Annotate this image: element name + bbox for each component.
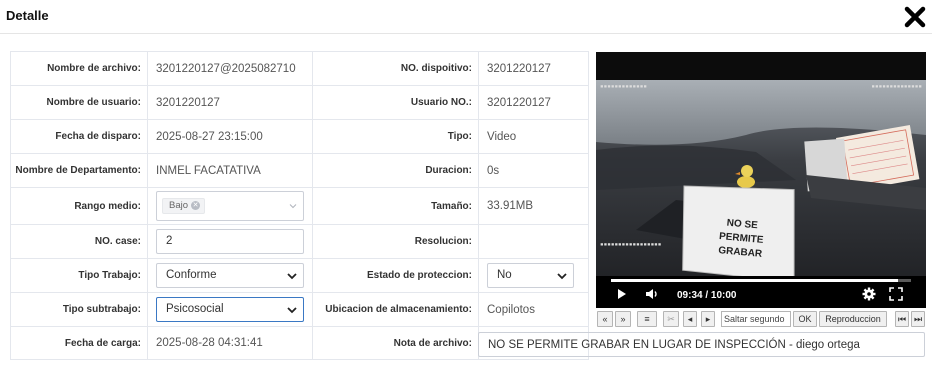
user-name-value: 3201220127: [147, 85, 313, 120]
size-label: Tamaño:: [312, 187, 479, 225]
work-subtype-select[interactable]: Psicosocial: [156, 297, 304, 322]
range-chip-label: Bajo: [169, 200, 189, 211]
timestamp-overlay: ▪▪▪▪▪▪▪▪▪▪▪▪▪▪: [871, 83, 922, 90]
frame-forward-icon[interactable]: ▸: [701, 311, 715, 327]
user-no-label: Usuario NO.:: [312, 85, 479, 120]
settings-gear-icon[interactable]: [862, 287, 876, 301]
protection-value: No: [497, 269, 512, 281]
file-name-value: 3201220127@2025082710: [147, 51, 313, 86]
fast-forward-icon[interactable]: »: [615, 311, 631, 327]
volume-icon[interactable]: [645, 288, 659, 300]
device-no-label: NO. dispoitivo:: [312, 51, 479, 86]
cut-icon[interactable]: ✂: [663, 311, 679, 327]
progress-fill: [611, 279, 899, 282]
video-frame: NO SE PERMITE GRABAR: [596, 80, 926, 308]
file-name-label: Nombre de archivo:: [10, 51, 148, 86]
table-row: Nombre de archivo: 3201220127@2025082710…: [10, 51, 589, 86]
user-name-label: Nombre de usuario:: [10, 85, 148, 120]
progress-bar[interactable]: [611, 279, 911, 282]
first-page-icon[interactable]: ⏮: [895, 311, 909, 327]
resolution-label: Resolucion:: [312, 224, 479, 259]
type-label: Tipo:: [312, 119, 479, 154]
timestamp-overlay: ▪▪▪▪▪▪▪▪▪▪▪▪▪: [600, 83, 647, 90]
work-type-label: Tipo Trabajo:: [10, 258, 148, 293]
dialog-header: Detalle: [0, 0, 932, 34]
chevron-down-icon: [557, 273, 567, 280]
protection-label: Estado de proteccion:: [312, 258, 479, 293]
table-row: Nombre de usuario: 3201220127 Usuario NO…: [10, 85, 589, 120]
table-row: NO. case: 2 Resolucion:: [10, 224, 589, 259]
department-label: Nombre de Departamento:: [10, 153, 148, 188]
protection-select[interactable]: No: [487, 263, 574, 288]
case-no-input[interactable]: 2: [156, 229, 304, 254]
chevron-down-icon: [289, 204, 297, 209]
close-x-icon[interactable]: [904, 6, 926, 28]
seek-ok-button[interactable]: OK: [793, 311, 817, 327]
play-icon[interactable]: [617, 288, 627, 300]
case-no-value: 2: [166, 235, 173, 247]
detail-table: Nombre de archivo: 3201220127@2025082710…: [10, 51, 589, 360]
duration-value: 0s: [478, 153, 589, 188]
duration-label: Duracion:: [312, 153, 479, 188]
video-player[interactable]: NO SE PERMITE GRABAR ▪▪▪▪▪▪▪▪▪▪▪▪▪ ▪▪▪▪▪…: [596, 52, 926, 308]
table-row: Tipo subtrabajo: Psicosocial Ubicacion d…: [10, 292, 589, 327]
list-icon[interactable]: ≡: [637, 311, 657, 327]
fullscreen-icon[interactable]: [889, 287, 903, 301]
rewind-icon[interactable]: «: [597, 311, 613, 327]
case-no-label: NO. case:: [10, 224, 148, 259]
table-row: Tipo Trabajo: Conforme Estado de protecc…: [10, 258, 589, 293]
storage-value: Copilotos: [478, 292, 589, 327]
resolution-value: [478, 224, 589, 259]
upload-date-value: 2025-08-28 04:31:41: [147, 326, 313, 360]
table-row: Nombre de Departamento: INMEL FACATATIVA…: [10, 153, 589, 188]
playback-button[interactable]: Reproduccion: [819, 311, 887, 327]
work-subtype-label: Tipo subtrabajo:: [10, 292, 148, 327]
trigger-date-value: 2025-08-27 23:15:00: [147, 119, 313, 154]
trigger-date-label: Fecha de disparo:: [10, 119, 148, 154]
chevron-down-icon: [287, 273, 297, 280]
table-row: Rango medio: Bajo ✕ Tamaño: 33.91MB: [10, 187, 589, 225]
upload-date-label: Fecha de carga:: [10, 326, 148, 360]
department-value: INMEL FACATATIVA: [147, 153, 313, 188]
work-subtype-value: Psicosocial: [166, 303, 224, 315]
type-value: Video: [478, 119, 589, 154]
playback-toolbar: « » ≡ ✂ ◂ ▸ Saltar segundo OK Reproducci…: [597, 311, 927, 327]
work-type-value: Conforme: [166, 269, 217, 281]
last-page-icon[interactable]: ⏭: [911, 311, 925, 327]
storage-label: Ubicacion de almacenamiento:: [312, 292, 479, 327]
device-no-value: 3201220127: [478, 51, 589, 86]
timestamp-overlay: ▪▪▪▪▪▪▪▪▪▪▪▪▪▪▪▪▪: [600, 241, 662, 248]
range-multiselect[interactable]: Bajo ✕: [156, 191, 304, 221]
frame-back-icon[interactable]: ◂: [683, 311, 697, 327]
chip-remove-icon[interactable]: ✕: [191, 200, 201, 210]
table-row: Fecha de disparo: 2025-08-27 23:15:00 Ti…: [10, 119, 589, 154]
seek-seconds-input[interactable]: Saltar segundo: [721, 311, 791, 327]
dialog-title: Detalle: [6, 8, 49, 23]
work-type-select[interactable]: Conforme: [156, 263, 304, 288]
playback-time: 09:34 / 10:00: [677, 290, 737, 301]
chevron-down-icon: [287, 307, 297, 314]
range-chip[interactable]: Bajo ✕: [162, 198, 206, 214]
video-controls: 09:34 / 10:00: [596, 276, 926, 308]
user-no-value: 3201220127: [478, 85, 589, 120]
range-label: Rango medio:: [10, 187, 148, 225]
file-note-input[interactable]: NO SE PERMITE GRABAR EN LUGAR DE INSPECC…: [478, 332, 925, 357]
size-value: 33.91MB: [478, 187, 589, 225]
file-note-label: Nota de archivo:: [312, 326, 479, 360]
